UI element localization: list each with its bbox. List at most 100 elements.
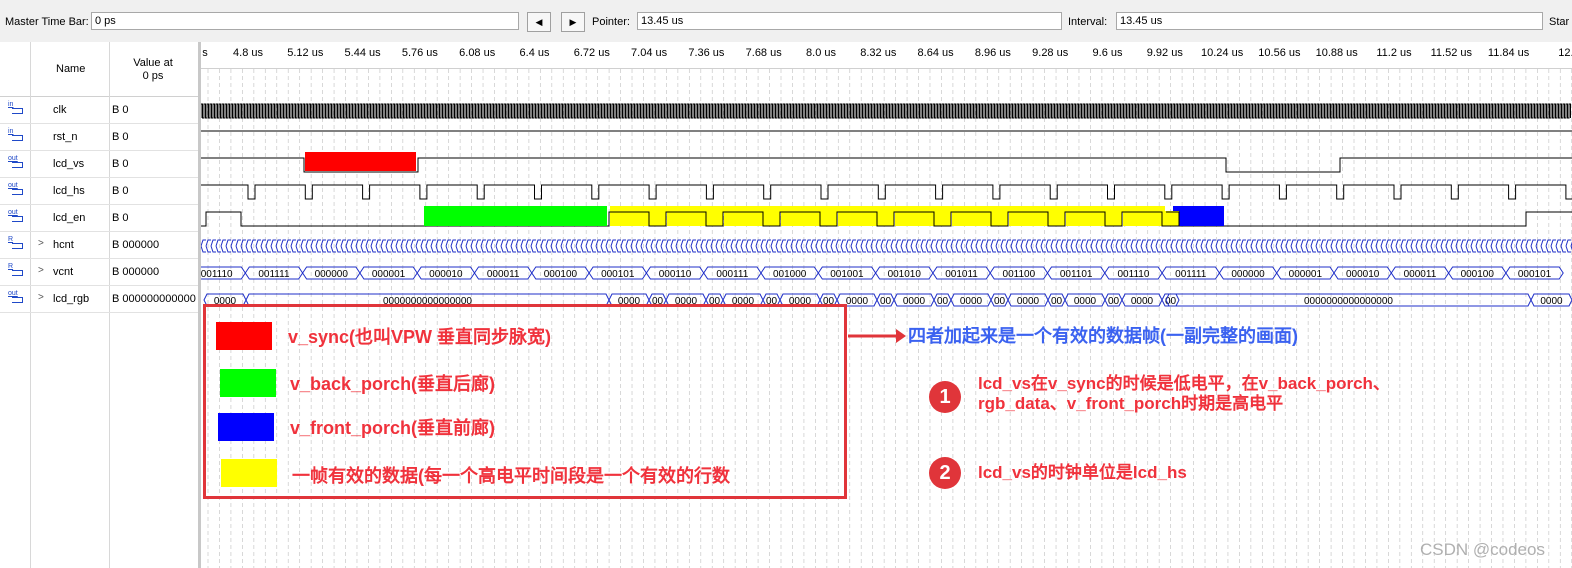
legend-label: 一帧有效的数据(每一个高电平时间段是一个有效的行数 (292, 466, 730, 486)
vcnt-value: 000110 (659, 269, 692, 280)
interval-label: Interval: (1068, 16, 1108, 28)
expand-icon[interactable]: > (38, 265, 44, 276)
data-highlight (610, 211, 666, 226)
note-2-text: lcd_vs的时钟单位是lcd_hs (978, 463, 1187, 482)
value-header-line2: 0 ps (142, 70, 164, 82)
signal-row[interactable]: R > vcnt B 000000 (0, 259, 198, 286)
master-time-bar-field[interactable]: 0 ps (91, 12, 519, 30)
signal-row[interactable]: out lcd_hs B 0 (0, 178, 198, 205)
port-input-icon: in (8, 128, 26, 143)
vcnt-value: 000010 (1346, 269, 1380, 280)
signal-row[interactable]: out > lcd_rgb B 0000000000000000 (0, 286, 198, 313)
vcnt-value: 000100 (1461, 269, 1495, 280)
vcnt-value: 000000 (1231, 269, 1265, 280)
pointer-field[interactable]: 13.45 us (637, 12, 1062, 30)
vcnt-value: 000010 (429, 269, 463, 280)
clk-wave (201, 103, 1571, 119)
vcnt-value: 001010 (888, 269, 922, 280)
signal-row[interactable]: out lcd_en B 0 (0, 205, 198, 232)
port-register-icon: R (8, 236, 26, 251)
signal-row[interactable]: out lcd_vs B 0 (0, 151, 198, 178)
vcnt-value: 001110 (1118, 269, 1150, 280)
port-register-icon: R (8, 263, 26, 278)
port-output-icon: out (8, 209, 26, 224)
v-front-porch-highlight (1173, 206, 1224, 226)
signal-value: B 0 (112, 212, 129, 224)
signal-value: B 0 (112, 185, 129, 197)
legend-swatch (220, 369, 276, 397)
vcnt-value: 001011 (945, 269, 978, 280)
signal-row[interactable]: R > hcnt B 000000 (0, 232, 198, 259)
signal-name: vcnt (53, 266, 74, 278)
left-arrow-icon: ◀ (535, 17, 543, 27)
legend-swatch (218, 413, 274, 441)
signal-value: B 0 (112, 104, 129, 116)
vcnt-value: 001101 (1060, 269, 1093, 280)
expand-icon[interactable]: > (38, 292, 44, 303)
data-highlight (952, 211, 1008, 226)
vcnt-value: 001000 (773, 269, 807, 280)
signal-value: B 0000000000000000 (112, 293, 196, 305)
rgb-segment-value: 0000 (846, 296, 869, 307)
rgb-segment-value: 0000 (1131, 296, 1154, 307)
watermark: CSDN @codeos (1420, 540, 1545, 559)
toolbar: Master Time Bar: 0 ps ◀ ▶ Pointer: 13.45… (0, 0, 1572, 43)
vcnt-value: 001110 (201, 269, 233, 280)
legend-swatch (216, 322, 272, 350)
signal-name: lcd_hs (53, 185, 85, 197)
v-sync-highlight (305, 152, 416, 171)
data-highlight (781, 211, 837, 226)
vcnt-value: 000011 (1404, 269, 1437, 280)
previous-transition-button[interactable]: ◀ (527, 12, 551, 32)
arrow-icon (848, 329, 906, 343)
signal-value: B 000000 (112, 239, 160, 251)
signal-row[interactable]: in rst_n B 0 (0, 124, 198, 151)
name-column-header: Name (56, 63, 86, 75)
note-1-line1: lcd_vs在v_sync的时候是低电平，在v_back_porch、 (978, 374, 1390, 393)
rgb-segment-value: 00 (937, 296, 949, 307)
master-time-bar-label: Master Time Bar: (5, 16, 89, 28)
data-highlight (667, 211, 723, 226)
note-1-badge: 1 (929, 381, 961, 413)
signal-value: B 000000 (112, 266, 160, 278)
signal-name: rst_n (53, 131, 78, 143)
rgb-segment-value: 0000 (960, 296, 983, 307)
signal-name: clk (53, 104, 67, 116)
note-1-line2: rgb_data、v_front_porch时期是高电平 (978, 394, 1284, 413)
rgb-segment-value: 00 (994, 296, 1006, 307)
pointer-label: Pointer: (592, 16, 630, 28)
vcnt-value: 000100 (544, 269, 578, 280)
vcnt-value: 001100 (1003, 269, 1036, 280)
vcnt-value: 000001 (1289, 269, 1323, 280)
vcnt-value: 000101 (601, 269, 635, 280)
interval-field[interactable]: 13.45 us (1116, 12, 1543, 30)
signal-value: B 0 (112, 158, 129, 170)
expand-icon[interactable]: > (38, 238, 44, 249)
data-highlight (724, 211, 780, 226)
vcnt-value: 001001 (830, 269, 864, 280)
signal-name: hcnt (53, 239, 74, 251)
legend-label: v_back_porch(垂直后廊) (290, 374, 496, 394)
port-output-icon: out (8, 155, 26, 170)
lcd-hs-wave (201, 184, 1572, 200)
value-column-header: Value at 0 ps (112, 57, 194, 83)
vcnt-value: 000011 (487, 269, 520, 280)
rgb-segment-value: 0000 (1074, 296, 1097, 307)
vcnt-value: 000111 (716, 269, 748, 280)
data-highlight (1009, 211, 1065, 226)
signal-row[interactable]: in clk B 0 (0, 97, 198, 124)
value-header-line1: Value at (133, 57, 173, 69)
start-label: Star (1549, 16, 1570, 28)
signal-name: lcd_en (53, 212, 86, 224)
vcnt-value: 000101 (1518, 269, 1552, 280)
port-output-icon: out (8, 182, 26, 197)
legend-label: v_sync(也叫VPW 垂直同步脉宽) (288, 327, 552, 347)
next-transition-button[interactable]: ▶ (561, 12, 585, 32)
data-highlight (1123, 211, 1179, 226)
signal-name: lcd_vs (53, 158, 85, 170)
rgb-segment-value: 0000 (903, 296, 926, 307)
vcnt-value: 000000 (315, 269, 349, 280)
signal-name: lcd_rgb (53, 293, 90, 305)
vcnt-value: 000001 (372, 269, 406, 280)
signal-value: B 0 (112, 131, 129, 143)
